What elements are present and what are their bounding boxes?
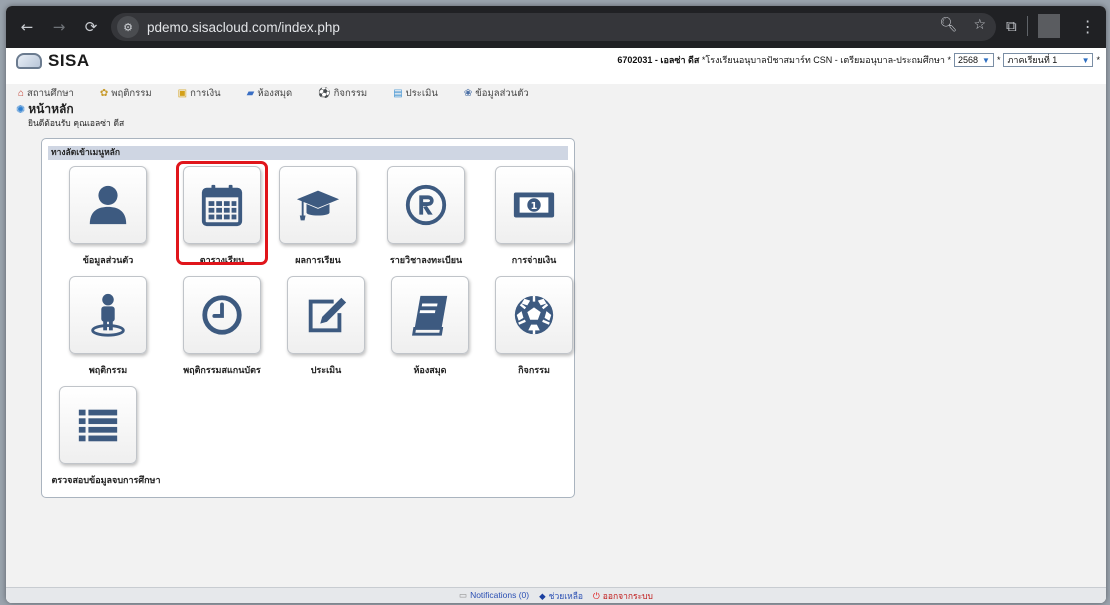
separator: * [996,55,1001,65]
year-select[interactable]: 2568 ▼ [954,53,994,67]
toolbar-divider [1026,16,1028,36]
chevron-down-icon: ▼ [982,55,990,65]
browser-menu-icon[interactable]: ⋮ [1080,17,1096,36]
tile-registration[interactable] [387,166,465,244]
tile-label[interactable]: ห้องสมุด [370,363,490,377]
money-bill-icon: 1 [513,192,555,218]
ball-icon: ⚽ [318,87,331,99]
graduation-cap-icon [296,190,340,221]
page-content: SISA 6702031 - เอลซ่า ดีส * โรงเรียนอนุบ… [6,48,1106,603]
browser-window: ← → ⟳ ⚙ pdemo.sisacloud.com/index.php 🔍︎… [6,6,1106,603]
tile-label[interactable]: กิจกรรม [474,363,594,377]
logo-text: SISA [48,51,90,70]
tile-label[interactable]: การจ่ายเงิน [474,253,594,267]
zoom-icon[interactable]: 🔍︎ [940,17,958,33]
school-name: โรงเรียนอนุบาลปัชาสมาร์ท CSN - เตรียมอนุ… [705,55,945,65]
address-bar[interactable]: ⚙ pdemo.sisacloud.com/index.php 🔍︎ ☆ [111,13,996,41]
forward-icon[interactable]: → [48,16,70,38]
money-icon: ▣ [177,87,188,99]
logout-link[interactable]: ⏻ ออกจากระบบ [593,589,653,603]
site-logo[interactable]: SISA [16,51,90,71]
profile-icon: ❀ [463,87,473,99]
clock-icon [202,295,242,335]
site-info-icon[interactable]: ⚙ [117,16,139,38]
url-text[interactable]: pdemo.sisacloud.com/index.php [147,20,340,35]
tile-label[interactable]: รายวิชาลงทะเบียน [366,253,486,267]
notifications-link[interactable]: ▭ Notifications (0) [459,590,529,601]
evaluation-icon: ▤ [393,87,403,99]
person-pin-icon [91,293,125,337]
book-icon: ▰ [246,87,255,99]
registered-icon [405,184,447,226]
nav-label: ห้องสมุด [257,87,293,99]
tile-evaluation[interactable] [287,276,365,354]
book-icon [412,295,448,336]
chat-icon: ▭ [459,590,468,600]
highlight-box [176,161,268,265]
nav-item-school[interactable]: ⌂ สถานศึกษา [18,86,74,100]
profile-avatar[interactable] [1037,14,1060,38]
back-icon[interactable]: ← [16,16,38,38]
behavior-icon: ✿ [99,87,109,99]
help-label: ช่วยเหลือ [548,590,584,601]
tile-label[interactable]: ประเมิน [266,363,386,377]
home-icon: ⌂ [18,87,25,99]
footer-bar: ▭ Notifications (0) ◆ ช่วยเหลือ ⏻ ออกจากระบ… [6,587,1106,603]
nav-item-activity[interactable]: ⚽ กิจกรรม [318,86,367,100]
nav-label: ข้อมูลส่วนตัว [475,87,529,99]
tile-label[interactable]: ผลการเรียน [258,253,378,267]
tile-scan-behavior[interactable] [183,276,261,354]
reload-icon[interactable]: ⟳ [80,16,102,38]
student-id-name: 6702031 - เอลซ่า ดีส [617,55,700,65]
tile-label[interactable]: ข้อมูลส่วนตัว [48,253,168,267]
nav-item-finance[interactable]: ▣ การเงิน [178,86,221,100]
chevron-down-icon: ▼ [1081,55,1090,65]
nav-item-library[interactable]: ▰ ห้องสมุด [247,86,293,100]
nav-label: กิจกรรม [333,87,368,99]
separator: * [945,55,952,65]
power-icon: ⏻ [593,590,600,601]
browser-toolbar: ← → ⟳ ⚙ pdemo.sisacloud.com/index.php 🔍︎… [6,6,1106,48]
tile-payment[interactable]: 1 [495,166,573,244]
nav-label: ประเมิน [405,87,438,99]
notifications-label: Notifications (0) [470,590,530,600]
nav-label: พฤติกรรม [111,87,152,99]
tile-grades[interactable] [279,166,357,244]
help-link[interactable]: ◆ ช่วยเหลือ [539,589,583,603]
gear-icon: ✺ [16,103,26,116]
list-icon [78,409,118,442]
user-info-bar: 6702031 - เอลซ่า ดีส * โรงเรียนอนุบาลปัช… [617,53,1100,67]
term-select[interactable]: ภาคเรียนที่ 1 ▼ [1003,53,1094,67]
user-icon [89,185,127,225]
bookmark-star-icon[interactable]: ☆ [973,17,986,33]
nav-label: การเงิน [190,87,221,99]
nav-item-evaluation[interactable]: ▤ ประเมิน [393,86,438,100]
welcome-text: ยินดีต้อนรับ คุณเอลซ่า ดีส [28,119,125,129]
site-header: SISA 6702031 - เอลซ่า ดีส * โรงเรียนอนุบ… [6,48,1106,84]
separator: * [1096,55,1100,65]
soccer-ball-icon [514,295,554,335]
logout-label: ออกจากระบบ [602,590,653,601]
extensions-icon[interactable]: ⧉ [1006,17,1017,35]
top-navigation: ⌂ สถานศึกษา ✿ พฤติกรรม ▣ การเงิน ▰ ห้องสมุด … [18,86,555,100]
tile-graduation-check[interactable] [59,386,137,464]
tile-behavior[interactable] [69,276,147,354]
svg-text:1: 1 [531,201,538,212]
nav-item-profile[interactable]: ❀ ข้อมูลส่วนตัว [464,86,529,100]
tile-label[interactable]: พฤติกรรมสแกนบัตร [162,363,282,377]
tile-label[interactable]: ตรวจสอบข้อมูลจบการศึกษา [36,473,176,487]
year-value: 2568 [958,55,979,65]
tile-label[interactable]: พฤติกรรม [48,363,168,377]
logo-icon [16,53,42,69]
nav-label: สถานศึกษา [27,87,74,99]
panel-heading: ทางลัดเข้าเมนูหลัก [48,146,568,160]
term-value: ภาคเรียนที่ 1 [1007,55,1058,65]
nav-item-behavior[interactable]: ✿ พฤติกรรม [100,86,152,100]
tile-library[interactable] [391,276,469,354]
tag-icon: ◆ [539,590,546,601]
tile-profile[interactable] [69,166,147,244]
edit-icon [308,297,347,333]
tile-activity[interactable] [495,276,573,354]
shortcut-panel: ทางลัดเข้าเมนูหลัก ข้อมูลส่วนตัว ตารางเร… [41,138,575,498]
